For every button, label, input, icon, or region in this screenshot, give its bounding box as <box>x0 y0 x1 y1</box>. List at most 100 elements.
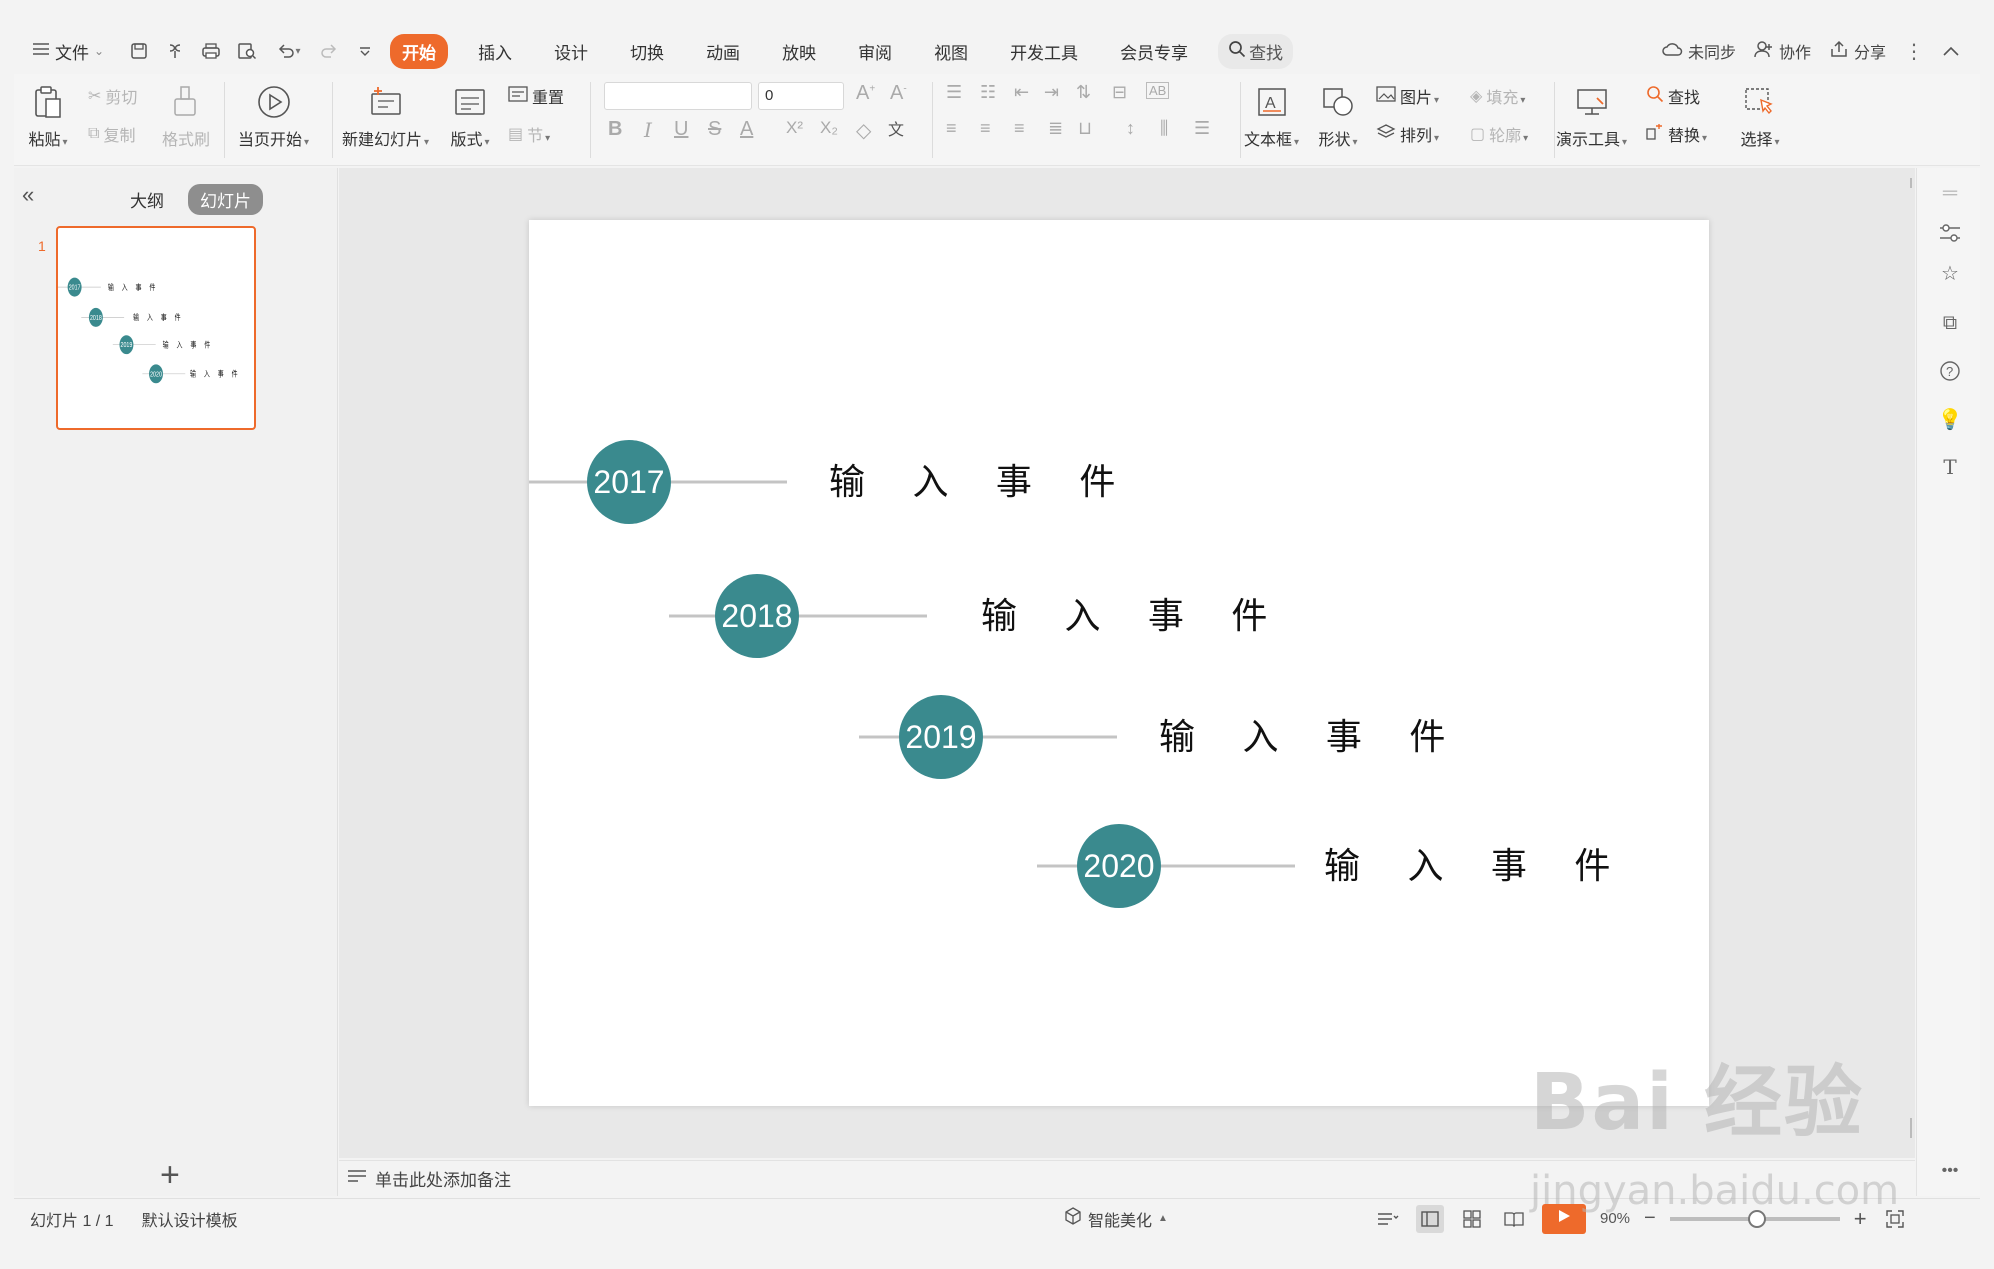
smart-beautify-button[interactable]: 智能美化 ▲ <box>1064 1207 1168 1231</box>
tab-transitions[interactable]: 切换 <box>618 34 676 69</box>
bold-icon[interactable]: B <box>608 118 622 141</box>
timeline-event[interactable]: 2019 输 入 事 件 <box>859 695 1463 779</box>
present-tools-button[interactable]: 演示工具 <box>1556 82 1627 150</box>
column-icon[interactable]: ⫼ <box>1160 118 1168 139</box>
template-name[interactable]: 默认设计模板 <box>142 1207 238 1231</box>
event-text[interactable]: 输 入 事 件 <box>829 462 1133 503</box>
subscript-icon[interactable]: X₂ <box>820 118 838 138</box>
tab-view[interactable]: 视图 <box>922 34 980 69</box>
tab-slides[interactable]: 幻灯片 <box>188 184 263 215</box>
arrange-button[interactable]: 排列 <box>1376 122 1439 146</box>
text-direction-icon[interactable]: ⇅ <box>1076 82 1091 103</box>
new-slide-button[interactable]: 新建幻灯片 <box>342 82 429 150</box>
slide[interactable]: 2017 输 入 事 件 2018 输 入 事 件 2019 输 入 事 件 2020 输 入… <box>529 220 1709 1106</box>
font-size-select[interactable]: 0 <box>758 82 844 110</box>
slide-thumbnail[interactable]: 2017 输 入 事 件 2018 输 入 事 件 2019 输 入 事 件 2020 输 入… <box>56 226 256 430</box>
tab-developer[interactable]: 开发工具 <box>998 34 1090 69</box>
text-tool-icon[interactable]: T <box>1937 454 1963 480</box>
align-center-icon[interactable]: ≡ <box>980 118 991 139</box>
paragraph-spacing-icon[interactable]: ☰ <box>1194 118 1210 139</box>
shape-button[interactable]: 形状 <box>1318 82 1358 150</box>
normal-view-icon[interactable] <box>1416 1204 1444 1233</box>
reading-view-icon[interactable] <box>1500 1205 1528 1233</box>
paste-button[interactable]: 粘贴 <box>28 82 68 150</box>
strikethrough-icon[interactable]: S <box>708 118 721 141</box>
file-menu[interactable]: 文件 ⌄ <box>14 35 110 67</box>
line-spacing-icon[interactable]: ↕ <box>1126 118 1135 139</box>
export-pdf-icon[interactable] <box>160 36 190 66</box>
underline-icon[interactable]: U <box>674 118 688 141</box>
superscript-icon[interactable]: X² <box>786 118 803 138</box>
timeline-event[interactable]: 2017 输 入 事 件 <box>529 440 1133 524</box>
numbered-list-icon[interactable]: ☷ <box>980 82 996 103</box>
font-color-icon[interactable]: A <box>740 118 753 141</box>
reset-button[interactable]: 重置 <box>508 84 564 108</box>
align-left-icon[interactable]: ≡ <box>946 118 957 139</box>
bullet-list-icon[interactable]: ☰ <box>946 82 962 103</box>
switch-window-icon[interactable]: ⧉ <box>1937 310 1963 336</box>
sync-status[interactable]: 未同步 <box>1661 39 1736 63</box>
more-menu-icon[interactable]: ⋮ <box>1904 39 1924 64</box>
add-slide-button[interactable]: + <box>160 1156 180 1195</box>
increase-indent-icon[interactable]: ⇥ <box>1044 82 1059 103</box>
print-icon[interactable] <box>196 36 226 66</box>
tab-animations[interactable]: 动画 <box>694 34 752 69</box>
tab-home[interactable]: 开始 <box>390 33 449 69</box>
decrease-indent-icon[interactable]: ⇤ <box>1014 82 1029 103</box>
fill-button[interactable]: ◈ 填充 <box>1470 84 1525 108</box>
year-label[interactable]: 2020 <box>1083 848 1154 884</box>
distribute-icon[interactable]: ⊔ <box>1078 118 1092 139</box>
phonetic-icon[interactable]: 文 <box>888 116 904 140</box>
customize-qa-icon[interactable] <box>350 36 380 66</box>
justify-icon[interactable]: ≣ <box>1048 118 1063 139</box>
undo-icon[interactable]: ▾ <box>268 36 308 66</box>
shrink-font-icon[interactable]: A- <box>890 82 907 105</box>
font-family-select[interactable] <box>604 82 752 110</box>
select-button[interactable]: 选择 <box>1740 82 1780 150</box>
event-text[interactable]: 输 入 事 件 <box>1324 846 1628 887</box>
collapse-ribbon-icon[interactable] <box>1942 45 1960 57</box>
play-from-current-button[interactable]: 当页开始 <box>238 82 309 150</box>
help-icon[interactable]: ? <box>1937 358 1963 384</box>
event-text[interactable]: 输 入 事 件 <box>981 596 1285 637</box>
search-button[interactable]: 查找 <box>1218 33 1294 69</box>
clear-format-icon[interactable]: ◇ <box>856 118 871 143</box>
redo-icon[interactable] <box>314 36 344 66</box>
format-painter-button[interactable]: 格式刷 <box>162 82 210 150</box>
timeline-event[interactable]: 2018 输 入 事 件 <box>669 574 1285 658</box>
properties-icon[interactable] <box>1937 220 1963 246</box>
collab-button[interactable]: 协作 <box>1754 39 1811 63</box>
align-text-icon[interactable]: ⊟ <box>1112 82 1127 103</box>
copy-button[interactable]: ⧉ 复制 <box>88 122 135 146</box>
more-options-icon[interactable]: ••• <box>1937 1158 1963 1184</box>
tab-insert[interactable]: 插入 <box>466 34 524 69</box>
tab-design[interactable]: 设计 <box>542 34 600 69</box>
textbox-button[interactable]: A 文本框 <box>1244 82 1299 150</box>
star-icon[interactable]: ☆ <box>1937 260 1963 286</box>
text-fit-icon[interactable]: AB <box>1146 82 1170 99</box>
outline-button[interactable]: ▢ 轮廓 <box>1470 122 1528 146</box>
year-label[interactable]: 2019 <box>905 719 976 755</box>
vertical-scrollbar[interactable] <box>1908 178 1914 1138</box>
lightbulb-icon[interactable]: 💡 <box>1937 406 1963 432</box>
tab-member[interactable]: 会员专享 <box>1108 34 1200 69</box>
event-text[interactable]: 输 入 事 件 <box>1159 717 1463 758</box>
align-right-icon[interactable]: ≡ <box>1014 118 1025 139</box>
year-label[interactable]: 2018 <box>721 598 792 634</box>
section-button[interactable]: ▤ 节 <box>508 122 550 146</box>
year-label[interactable]: 2017 <box>593 464 664 500</box>
cut-button[interactable]: ✂ 剪切 <box>88 84 137 108</box>
italic-icon[interactable]: I <box>644 118 652 142</box>
notes-toggle-icon[interactable] <box>1374 1205 1402 1233</box>
zoom-slider[interactable] <box>1669 1209 1840 1228</box>
timeline-event[interactable]: 2020 输 入 事 件 <box>1037 824 1628 908</box>
find-button[interactable]: 查找 <box>1646 84 1700 108</box>
tab-outline[interactable]: 大纲 <box>118 184 176 215</box>
picture-button[interactable]: 图片 <box>1376 84 1439 108</box>
replace-button[interactable]: 替换 <box>1646 122 1707 146</box>
save-icon[interactable] <box>124 36 154 66</box>
tab-review[interactable]: 审阅 <box>846 34 904 69</box>
layout-button[interactable]: 版式 <box>450 82 490 150</box>
tab-slideshow[interactable]: 放映 <box>770 34 828 69</box>
grow-font-icon[interactable]: A+ <box>856 82 875 105</box>
